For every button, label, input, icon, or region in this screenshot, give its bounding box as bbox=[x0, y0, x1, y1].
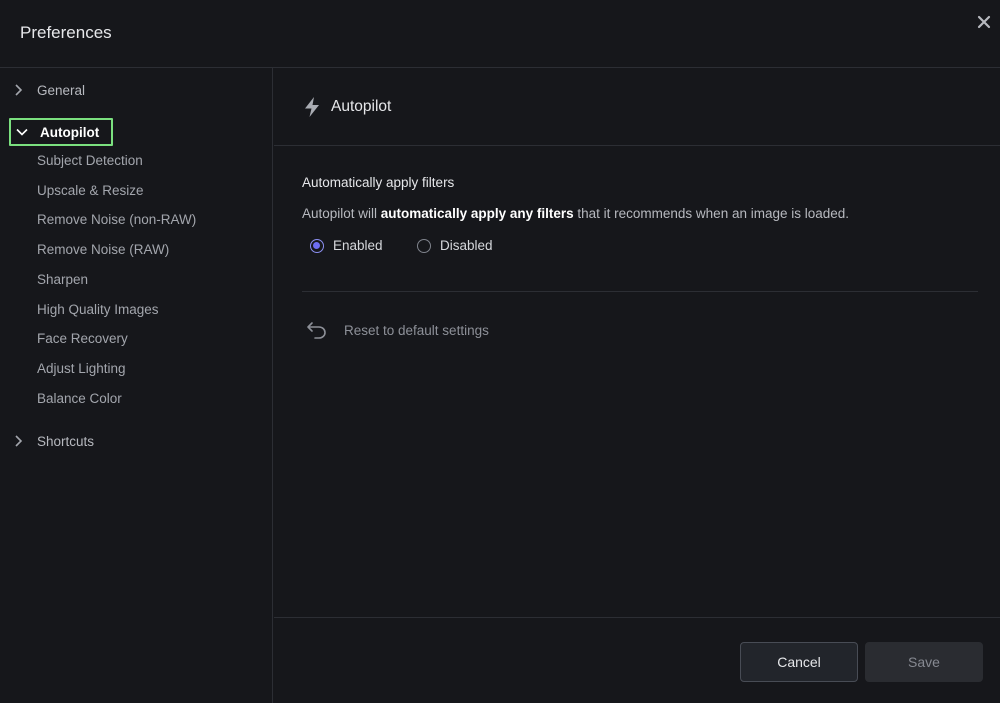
sidebar-item-high-quality-images[interactable]: High Quality Images bbox=[37, 302, 159, 317]
sidebar: General Autopilot Subject Detection Upsc… bbox=[0, 68, 273, 703]
sidebar-item-face-recovery[interactable]: Face Recovery bbox=[37, 331, 128, 346]
close-icon bbox=[977, 15, 991, 29]
sidebar-group-shortcuts[interactable]: Shortcuts bbox=[10, 429, 94, 453]
setting-description: Autopilot will automatically apply any f… bbox=[302, 206, 849, 221]
undo-icon bbox=[307, 322, 326, 339]
sidebar-group-general[interactable]: General bbox=[10, 78, 85, 102]
cancel-button[interactable]: Cancel bbox=[740, 642, 858, 682]
sidebar-group-label: General bbox=[37, 82, 86, 98]
sidebar-item-remove-noise-non-raw[interactable]: Remove Noise (non-RAW) bbox=[37, 212, 196, 227]
sidebar-item-sharpen[interactable]: Sharpen bbox=[37, 272, 88, 287]
radio-button-unchecked[interactable] bbox=[417, 238, 431, 253]
sidebar-group-autopilot[interactable]: Autopilot bbox=[9, 118, 114, 146]
preferences-dialog: Preferences General Autopilot Subject De… bbox=[0, 0, 1000, 703]
chevron-right-icon bbox=[10, 82, 26, 98]
title-bar: Preferences bbox=[0, 0, 1000, 68]
radio-label: Enabled bbox=[333, 238, 383, 253]
lightning-icon bbox=[305, 97, 319, 117]
chevron-right-icon bbox=[10, 433, 26, 449]
setting-title: Automatically apply filters bbox=[302, 175, 455, 190]
radio-button-checked[interactable] bbox=[310, 238, 324, 253]
sidebar-item-adjust-lighting[interactable]: Adjust Lighting bbox=[37, 361, 126, 376]
setting-description-bold: automatically apply any filters bbox=[380, 206, 574, 221]
section-title: Autopilot bbox=[331, 98, 392, 115]
save-button[interactable]: Save bbox=[865, 642, 983, 682]
radio-enabled[interactable]: Enabled bbox=[310, 238, 383, 253]
sidebar-item-remove-noise-raw[interactable]: Remove Noise (RAW) bbox=[37, 242, 169, 257]
setting-description-prefix: Autopilot will bbox=[302, 206, 381, 221]
divider bbox=[302, 291, 978, 292]
sidebar-item-subject-detection[interactable]: Subject Detection bbox=[37, 153, 143, 168]
section-header: Autopilot bbox=[274, 68, 1000, 146]
dialog-footer: Cancel Save bbox=[274, 617, 1000, 703]
setting-description-suffix: that it recommends when an image is load… bbox=[573, 206, 850, 221]
radio-label: Disabled bbox=[440, 238, 493, 253]
sidebar-group-label: Autopilot bbox=[40, 124, 100, 140]
sidebar-item-balance-color[interactable]: Balance Color bbox=[37, 391, 122, 406]
chevron-down-icon bbox=[14, 124, 30, 140]
dialog-title: Preferences bbox=[20, 23, 112, 42]
reset-label: Reset to default settings bbox=[344, 322, 489, 338]
settings-panel: Autopilot Automatically apply filters Au… bbox=[274, 68, 1000, 703]
radio-disabled[interactable]: Disabled bbox=[417, 238, 493, 253]
close-button[interactable] bbox=[974, 12, 994, 32]
sidebar-item-upscale-resize[interactable]: Upscale & Resize bbox=[37, 183, 144, 198]
reset-defaults-button[interactable]: Reset to default settings bbox=[306, 320, 489, 340]
sidebar-group-label: Shortcuts bbox=[37, 433, 95, 449]
